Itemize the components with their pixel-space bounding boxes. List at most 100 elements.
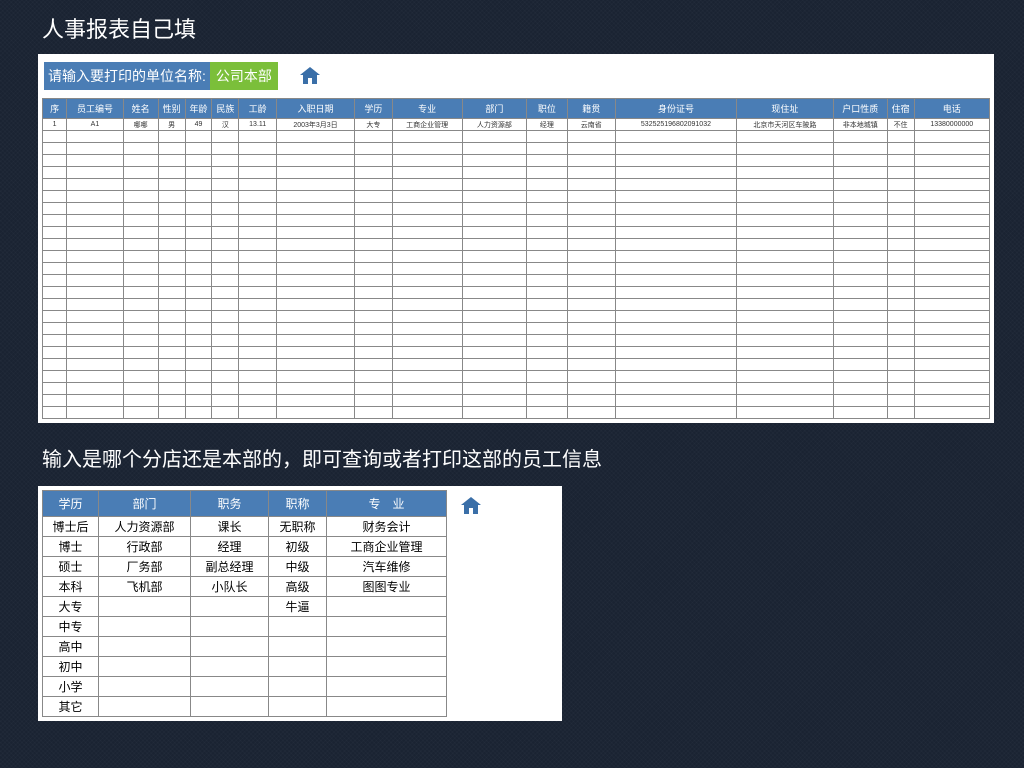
- table-cell: [736, 395, 833, 407]
- table-cell: [462, 155, 527, 167]
- table-cell: [615, 263, 736, 275]
- prompt-label: 请输入要打印的单位名称:: [44, 62, 210, 90]
- table-cell: [355, 143, 393, 155]
- table-cell: [276, 371, 354, 383]
- table-cell: [43, 287, 67, 299]
- table-cell: [736, 359, 833, 371]
- table-cell: 工商企业管理: [392, 119, 462, 131]
- table-cell: [185, 407, 212, 419]
- column-header: 现住址: [736, 99, 833, 119]
- table-cell: [914, 407, 989, 419]
- table-cell: [158, 167, 185, 179]
- column-header: 学历: [43, 491, 99, 517]
- table-cell: [123, 311, 158, 323]
- prompt-bar: 请输入要打印的单位名称: 公司本部: [42, 62, 990, 98]
- table-cell: [567, 323, 615, 335]
- table-cell: [123, 287, 158, 299]
- table-cell: [212, 227, 239, 239]
- table-cell: [462, 371, 527, 383]
- table-cell: [615, 383, 736, 395]
- table-cell: [527, 263, 567, 275]
- table-cell: [276, 227, 354, 239]
- table-row: [43, 227, 990, 239]
- table-cell: [43, 335, 67, 347]
- home-icon[interactable]: [296, 64, 324, 88]
- table-row: [43, 287, 990, 299]
- table-cell: [67, 299, 123, 311]
- table-cell: [527, 299, 567, 311]
- table-cell: [212, 131, 239, 143]
- table-cell: [567, 335, 615, 347]
- table-cell: [392, 359, 462, 371]
- table-cell: [239, 287, 277, 299]
- table-cell: [567, 203, 615, 215]
- table-cell: [615, 239, 736, 251]
- table-cell: [67, 251, 123, 263]
- table-cell: [567, 215, 615, 227]
- table-cell: 牛逼: [269, 597, 327, 617]
- home-icon[interactable]: [457, 494, 485, 518]
- table-cell: [887, 203, 914, 215]
- column-header: 序: [43, 99, 67, 119]
- table-cell: [615, 131, 736, 143]
- table-cell: [736, 383, 833, 395]
- table-cell: [833, 335, 887, 347]
- table-cell: [123, 383, 158, 395]
- table-cell: [43, 395, 67, 407]
- table-cell: [158, 143, 185, 155]
- table-cell: [43, 275, 67, 287]
- table-cell: [615, 371, 736, 383]
- table-cell: [527, 251, 567, 263]
- table-cell: [736, 143, 833, 155]
- table-cell: [158, 155, 185, 167]
- table-cell: [615, 251, 736, 263]
- instruction-text: 输入是哪个分店还是本部的，即可查询或者打印这部的员工信息: [0, 423, 1024, 486]
- unit-name-input[interactable]: 公司本部: [210, 62, 278, 90]
- table-cell: [355, 131, 393, 143]
- table-cell: [185, 155, 212, 167]
- table-cell: [123, 263, 158, 275]
- table-cell: [887, 167, 914, 179]
- table-cell: [123, 215, 158, 227]
- table-cell: [185, 395, 212, 407]
- table-cell: [327, 637, 447, 657]
- table-cell: [462, 215, 527, 227]
- table-cell: [355, 239, 393, 251]
- table-cell: [615, 179, 736, 191]
- table-cell: [567, 167, 615, 179]
- table-row: [43, 179, 990, 191]
- table-cell: [355, 311, 393, 323]
- table-cell: [392, 275, 462, 287]
- table-cell: 财务会计: [327, 517, 447, 537]
- table-cell: [736, 227, 833, 239]
- table-cell: [43, 167, 67, 179]
- table-cell: [887, 287, 914, 299]
- table-cell: [158, 407, 185, 419]
- table-cell: [99, 657, 191, 677]
- table-cell: [158, 287, 185, 299]
- table-cell: [392, 251, 462, 263]
- table-cell: [567, 407, 615, 419]
- table-row: [43, 383, 990, 395]
- table-cell: 非本地城镇: [833, 119, 887, 131]
- table-cell: [327, 697, 447, 717]
- table-cell: [615, 407, 736, 419]
- table-cell: [239, 311, 277, 323]
- table-cell: [67, 287, 123, 299]
- table-cell: [462, 359, 527, 371]
- table-row: [43, 299, 990, 311]
- table-cell: [914, 239, 989, 251]
- table-cell: [462, 203, 527, 215]
- table-cell: [239, 383, 277, 395]
- table-cell: [123, 407, 158, 419]
- table-cell: [239, 275, 277, 287]
- table-row: [43, 335, 990, 347]
- table-cell: [67, 143, 123, 155]
- table-cell: [462, 395, 527, 407]
- table-cell: [123, 335, 158, 347]
- table-cell: [67, 347, 123, 359]
- table-cell: [185, 359, 212, 371]
- table-cell: [462, 287, 527, 299]
- table-cell: [462, 251, 527, 263]
- table-cell: [212, 299, 239, 311]
